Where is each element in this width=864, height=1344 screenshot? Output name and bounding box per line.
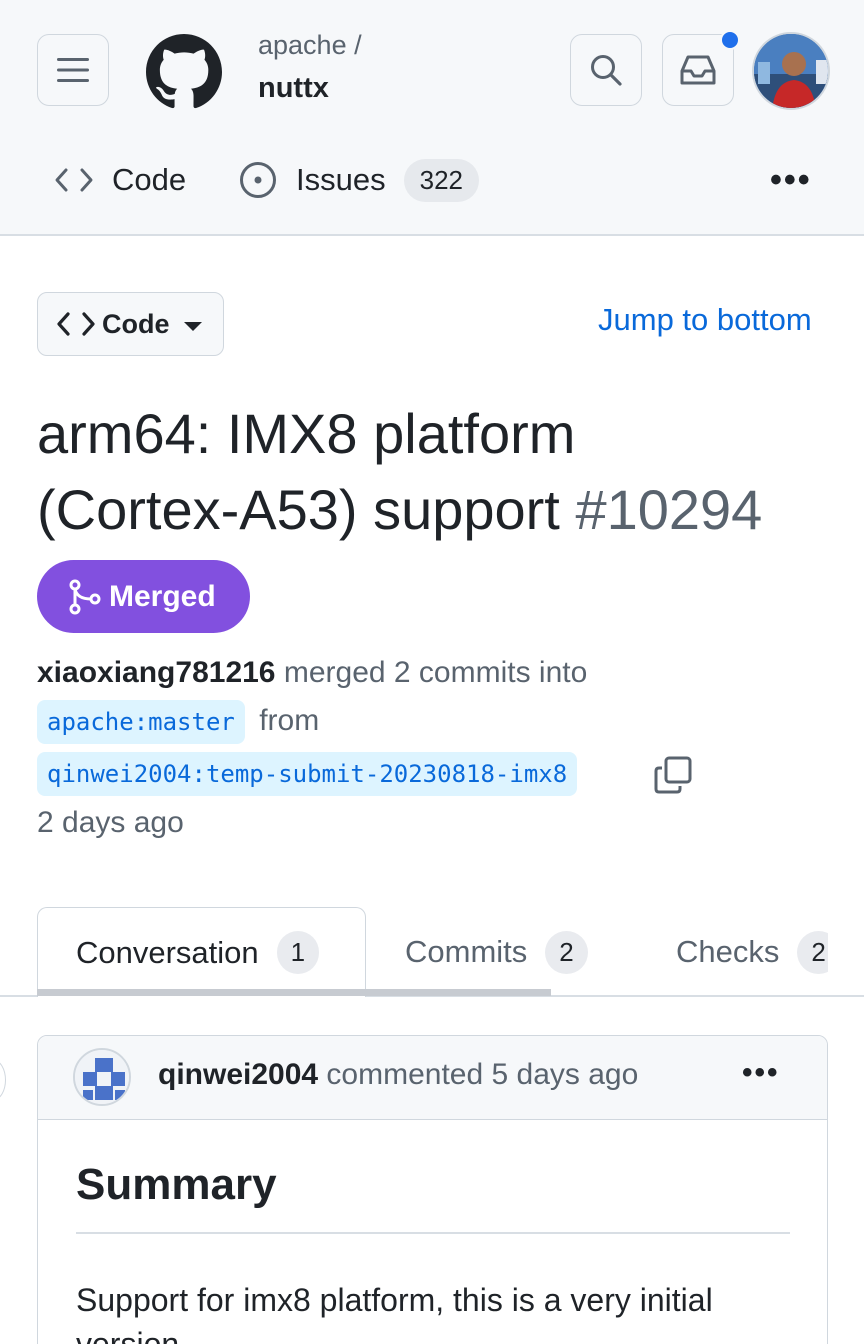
code-dropdown-label: Code xyxy=(102,308,170,339)
nav-issues-label: Issues xyxy=(296,162,386,197)
code-dropdown-button[interactable]: Code xyxy=(37,292,224,356)
nav-code-label: Code xyxy=(112,162,187,197)
comment-body: Support for imx8 platform, this is a ver… xyxy=(76,1282,713,1344)
tab-commits[interactable]: Commits 2 xyxy=(405,907,588,997)
merge-info-line1: xiaoxiang781216 merged 2 commits into xyxy=(37,656,837,690)
base-branch[interactable]: apache:master xyxy=(37,700,245,744)
tab-scroll-indicator xyxy=(37,989,551,996)
copy-icon[interactable] xyxy=(654,756,692,794)
heading-divider xyxy=(76,1232,790,1234)
nav-more-button[interactable]: ••• xyxy=(770,150,812,210)
menu-button[interactable] xyxy=(37,34,109,106)
search-button[interactable] xyxy=(570,34,642,106)
merged-text: merged 2 commits into xyxy=(283,656,588,689)
tab-checks-label: Checks xyxy=(676,934,780,969)
comment-more-button[interactable]: ••• xyxy=(742,1056,780,1090)
git-merge-icon xyxy=(69,579,101,614)
merge-info-line3: qinwei2004:temp-submit-20230818-imx8 xyxy=(37,752,837,796)
issue-opened-icon xyxy=(240,162,276,198)
timeline-avatar-edge xyxy=(0,1060,6,1100)
hamburger-icon xyxy=(57,58,89,82)
tab-commits-count: 2 xyxy=(545,930,588,974)
commenter-avatar[interactable] xyxy=(73,1048,131,1106)
pr-title: arm64: IMX8 platform (Cortex-A53) suppor… xyxy=(37,396,837,548)
pr-title-line1: arm64: IMX8 platform xyxy=(37,402,576,465)
pr-tabs: Conversation 1 Commits 2 Checks 2 xyxy=(0,907,864,997)
merger-username[interactable]: xiaoxiang781216 xyxy=(37,656,276,689)
tab-conversation-count: 1 xyxy=(276,931,320,974)
comment-card: qinwei2004 commented 5 days ago ••• Summ… xyxy=(37,1035,828,1344)
merge-time: 2 days ago xyxy=(37,806,184,839)
inbox-icon xyxy=(680,55,716,85)
tab-checks[interactable]: Checks 2 xyxy=(676,907,828,997)
tab-conversation[interactable]: Conversation 1 xyxy=(37,907,366,997)
issues-count-badge: 322 xyxy=(403,158,479,202)
github-logo-icon[interactable] xyxy=(146,34,222,110)
identicon-icon xyxy=(75,1050,129,1104)
search-icon xyxy=(591,55,622,86)
user-avatar-image xyxy=(754,34,828,108)
head-branch[interactable]: qinwei2004:temp-submit-20230818-imx8 xyxy=(37,752,578,796)
tab-commits-label: Commits xyxy=(405,934,528,969)
repo-owner[interactable]: apache / xyxy=(258,30,362,61)
comment-action: commented 5 days ago xyxy=(326,1058,639,1091)
comment-header: qinwei2004 commented 5 days ago ••• xyxy=(38,1036,827,1120)
nav-code[interactable]: Code xyxy=(54,150,186,210)
code-icon xyxy=(57,312,95,336)
notification-dot xyxy=(720,30,740,50)
pr-title-line2: (Cortex-A53) support xyxy=(37,478,560,541)
tab-checks-count: 2 xyxy=(797,930,828,974)
merged-status-badge: Merged xyxy=(37,560,250,633)
merge-info-line2: apache:master from xyxy=(37,700,837,744)
pr-number: #10294 xyxy=(575,478,763,541)
user-avatar[interactable] xyxy=(752,32,830,110)
repo-nav: Code Issues 322 ••• xyxy=(0,150,864,210)
from-text: from xyxy=(259,704,320,737)
repo-name[interactable]: nuttx xyxy=(258,72,329,105)
comment-heading: Summary xyxy=(76,1160,277,1209)
code-icon xyxy=(55,168,93,192)
app-header: apache / nuttx Code Issues 322 ••• xyxy=(0,0,864,236)
tab-conversation-label: Conversation xyxy=(76,934,259,970)
caret-down-icon xyxy=(183,321,202,331)
nav-issues[interactable]: Issues 322 xyxy=(238,150,479,210)
commenter-username[interactable]: qinwei2004 xyxy=(158,1058,318,1091)
merged-label: Merged xyxy=(109,579,216,613)
comment-meta: qinwei2004 commented 5 days ago xyxy=(158,1058,638,1092)
jump-to-bottom-link[interactable]: Jump to bottom xyxy=(598,302,812,338)
